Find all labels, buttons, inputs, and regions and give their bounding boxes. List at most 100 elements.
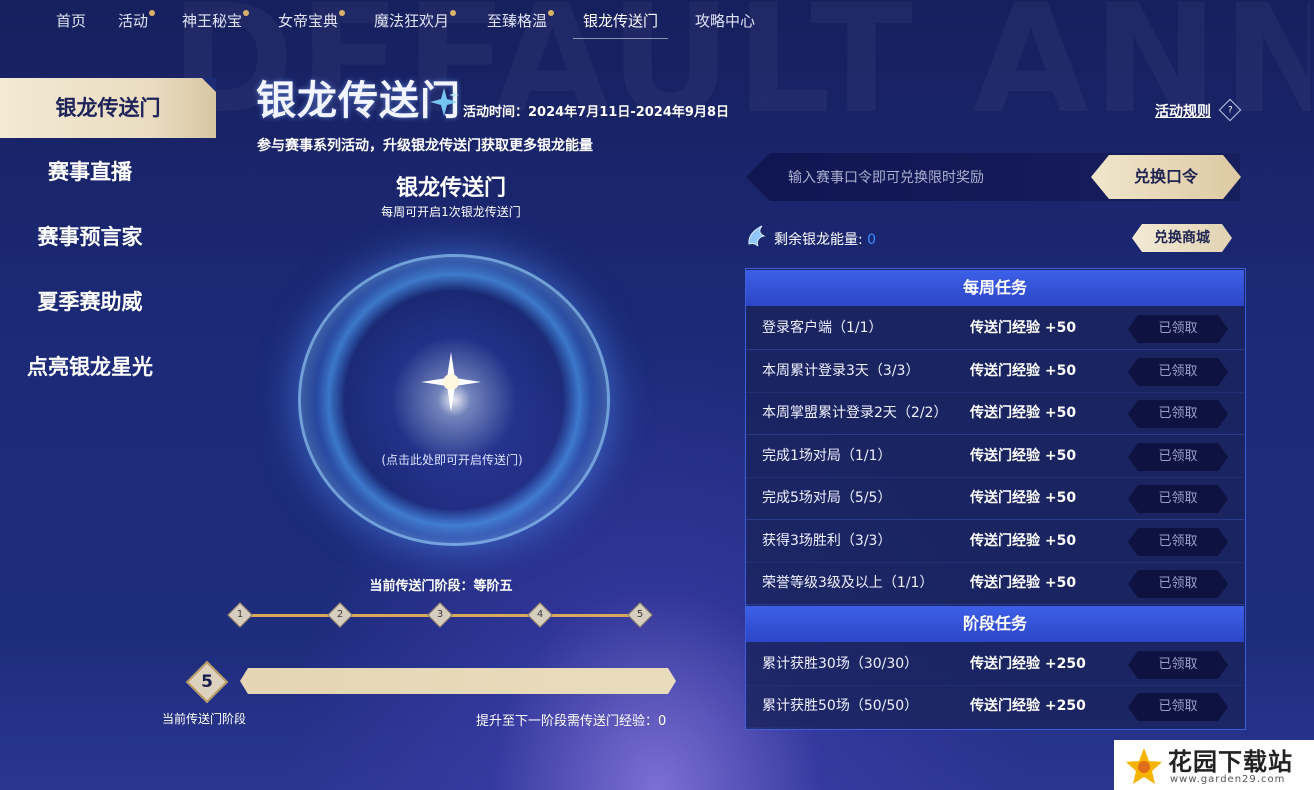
exchange-shop-button[interactable]: 兑换商城 xyxy=(1132,224,1232,252)
energy-label-text: 剩余银龙能量: xyxy=(774,232,863,248)
stage-node: 3 xyxy=(427,602,453,628)
stage-node: 4 xyxy=(527,602,553,628)
claimed-button[interactable]: 已领取 xyxy=(1128,315,1228,343)
portal-subtitle: 每周可开启1次银龙传送门 xyxy=(381,205,521,219)
top-nav: 首页 活动 神王秘宝 女帝宝典 魔法狂欢月 至臻格温 银龙传送门 攻略中心 xyxy=(0,0,1314,40)
task-name: 本周掌盟累计登录2天（2/2） xyxy=(762,405,948,421)
weekly-task-header: 每周任务 xyxy=(746,270,1244,306)
task-reward: 传送门经验 +250 xyxy=(970,656,1086,672)
task-reward: 传送门经验 +50 xyxy=(970,363,1077,379)
page-subtitle: 参与赛事系列活动，升级银龙传送门获取更多银龙能量 xyxy=(257,138,593,154)
sidebar-item-summer-cheer[interactable]: 夏季赛助威 xyxy=(0,272,198,332)
energy-value: 0 xyxy=(867,232,877,248)
task-name: 登录客户端（1/1） xyxy=(762,320,883,336)
nav-item-guide-center[interactable]: 攻略中心 xyxy=(695,10,755,31)
notification-dot xyxy=(548,10,555,16)
claimed-button[interactable]: 已领取 xyxy=(1128,400,1228,428)
nav-item-label: 首页 xyxy=(56,12,87,30)
nav-item-label: 活动 xyxy=(118,12,149,30)
sidebar-item-label: 夏季赛助威 xyxy=(37,290,143,314)
activity-time: 活动时间：2024年7月11日-2024年9月8日 xyxy=(463,105,729,120)
dragon-energy-icon xyxy=(748,225,766,247)
claimed-button[interactable]: 已领取 xyxy=(1128,693,1228,721)
nav-item-magic-carnival[interactable]: 魔法狂欢月 xyxy=(374,10,457,31)
help-icon-glyph: ? xyxy=(1227,105,1233,115)
notification-dot xyxy=(243,10,250,16)
portal-title: 银龙传送门 xyxy=(395,176,506,201)
nav-item-god-king-treasure[interactable]: 神王秘宝 xyxy=(182,10,250,31)
nav-item-label: 银龙传送门 xyxy=(583,12,659,30)
stage-node-label: 2 xyxy=(336,609,344,620)
nav-item-empress-codex[interactable]: 女帝宝典 xyxy=(278,10,346,31)
sidebar-item-predictor[interactable]: 赛事预言家 xyxy=(0,207,198,267)
stage-node: 2 xyxy=(327,602,353,628)
redeem-code-button[interactable]: 兑换口令 xyxy=(1091,155,1241,199)
level-label: 当前传送门阶段 xyxy=(162,712,247,726)
flower-logo-icon xyxy=(1126,748,1162,784)
portal-hint[interactable]: (点击此处即可开启传送门) xyxy=(372,451,532,468)
nav-item-gwen[interactable]: 至臻格温 xyxy=(487,10,555,31)
code-input[interactable] xyxy=(770,157,1100,199)
task-reward: 传送门经验 +50 xyxy=(970,405,1077,421)
energy-label: 剩余银龙能量: 0 xyxy=(774,229,876,249)
task-reward: 传送门经验 +50 xyxy=(970,533,1077,549)
claimed-button[interactable]: 已领取 xyxy=(1128,358,1228,386)
task-reward: 传送门经验 +50 xyxy=(970,448,1077,464)
task-name: 本周累计登录3天（3/3） xyxy=(762,363,920,379)
nav-item-label: 女帝宝典 xyxy=(278,12,339,30)
task-name: 累计获胜50场（50/50） xyxy=(762,698,919,714)
sidebar-item-label: 银龙传送门 xyxy=(55,96,161,120)
task-row: 本周掌盟累计登录2天（2/2） 传送门经验 +50 已领取 xyxy=(746,392,1244,435)
stage-node-label: 5 xyxy=(636,609,644,620)
notification-dot xyxy=(149,10,156,16)
claimed-button[interactable]: 已领取 xyxy=(1128,651,1228,679)
current-stage-label: 当前传送门阶段：等阶五 xyxy=(369,579,513,594)
stage-node: 5 xyxy=(627,602,653,628)
stage-task-header: 阶段任务 xyxy=(746,606,1244,642)
nav-item-silver-dragon-portal[interactable]: 银龙传送门 xyxy=(572,10,669,39)
task-name: 荣誉等级3级及以上（1/1） xyxy=(762,575,934,591)
nav-item-home[interactable]: 首页 xyxy=(56,10,86,31)
nav-item-label: 魔法狂欢月 xyxy=(374,12,450,30)
stage-node-label: 4 xyxy=(536,609,544,620)
rules-link[interactable]: 活动规则 xyxy=(1155,101,1211,121)
claimed-button[interactable]: 已领取 xyxy=(1128,443,1228,471)
claimed-button[interactable]: 已领取 xyxy=(1128,570,1228,598)
portal-star-icon xyxy=(421,352,481,412)
task-row: 获得3场胜利（3/3） 传送门经验 +50 已领取 xyxy=(746,520,1244,563)
nav-item-label: 攻略中心 xyxy=(695,12,756,30)
nav-item-label: 至臻格温 xyxy=(487,12,548,30)
sparkle-icon xyxy=(430,88,459,116)
task-row: 荣誉等级3级及以上（1/1） 传送门经验 +50 已领取 xyxy=(746,562,1244,605)
task-row: 累计获胜50场（50/50） 传送门经验 +250 已领取 xyxy=(746,685,1244,727)
task-reward: 传送门经验 +50 xyxy=(970,320,1077,336)
task-row: 完成5场对局（5/5） 传送门经验 +50 已领取 xyxy=(746,477,1244,520)
sidebar-item-silver-dragon-portal[interactable]: 银龙传送门 xyxy=(0,78,216,138)
task-reward: 传送门经验 +50 xyxy=(970,575,1077,591)
sidebar-item-label: 点亮银龙星光 xyxy=(27,355,153,379)
stage-node-label: 1 xyxy=(236,609,244,620)
notification-dot xyxy=(339,10,346,16)
level-value: 5 xyxy=(201,672,213,692)
sidebar-item-live[interactable]: 赛事直播 xyxy=(0,142,198,202)
claimed-button[interactable]: 已领取 xyxy=(1128,485,1228,513)
task-name: 完成5场对局（5/5） xyxy=(762,490,892,506)
task-reward: 传送门经验 +250 xyxy=(970,698,1086,714)
task-reward: 传送门经验 +50 xyxy=(970,490,1077,506)
nav-item-label: 神王秘宝 xyxy=(182,12,243,30)
notification-dot xyxy=(450,10,457,16)
exp-progress-bar xyxy=(240,668,676,694)
next-exp-label: 提升至下一阶段需传送门经验：0 xyxy=(476,714,667,729)
watermark: 花园下载站 www.garden29.com xyxy=(1114,740,1314,790)
task-row: 完成1场对局（1/1） 传送门经验 +50 已领取 xyxy=(746,435,1244,478)
task-name: 累计获胜30场（30/30） xyxy=(762,656,919,672)
watermark-text: 花园下载站 xyxy=(1168,747,1293,776)
sidebar-item-label: 赛事预言家 xyxy=(37,225,143,249)
stage-node: 1 xyxy=(227,602,253,628)
nav-item-activity[interactable]: 活动 xyxy=(118,10,156,31)
watermark-url: www.garden29.com xyxy=(1170,774,1286,785)
stage-node-label: 3 xyxy=(436,609,444,620)
portal-orb[interactable] xyxy=(266,232,636,562)
claimed-button[interactable]: 已领取 xyxy=(1128,528,1228,556)
sidebar-item-starlight[interactable]: 点亮银龙星光 xyxy=(0,337,198,397)
